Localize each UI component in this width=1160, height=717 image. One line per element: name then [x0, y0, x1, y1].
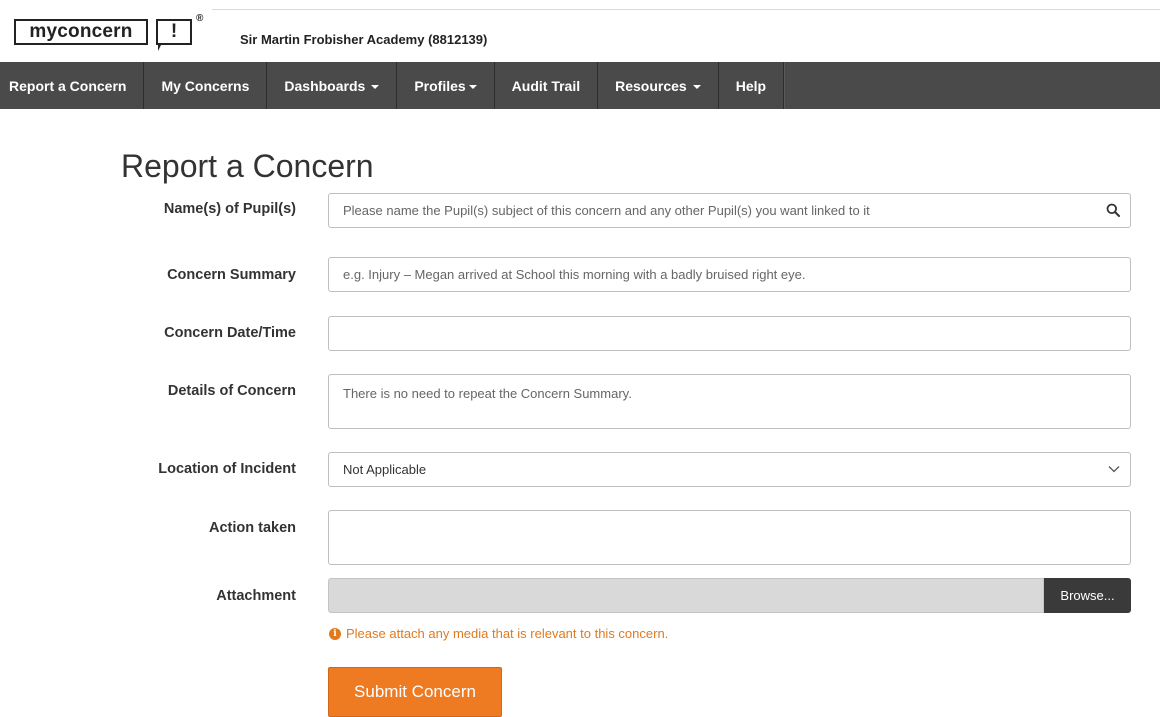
summary-placeholder: e.g. Injury – Megan arrived at School th…: [343, 267, 806, 282]
info-icon: i: [329, 627, 341, 640]
nav-help[interactable]: Help: [719, 62, 785, 109]
attachment-hint: i Please attach any media that is releva…: [329, 626, 668, 641]
header-divider: [212, 9, 1160, 10]
nav-label: Dashboards: [284, 77, 366, 94]
page-title: Report a Concern: [121, 148, 374, 184]
nav-label: Help: [735, 77, 767, 94]
nav-dashboards[interactable]: Dashboards: [267, 62, 398, 109]
nav-audit-trail[interactable]: Audit Trail: [495, 62, 599, 109]
location-label: Location of Incident: [158, 461, 296, 477]
nav-label: Report a Concern: [9, 77, 127, 94]
concern-details-textarea[interactable]: There is no need to repeat the Concern S…: [328, 374, 1131, 429]
nav-profiles[interactable]: Profiles: [397, 62, 495, 109]
nav-label: Resources: [615, 77, 687, 94]
caret-down-icon: [692, 84, 701, 89]
nav-my-concerns[interactable]: My Concerns: [144, 62, 268, 109]
nav-label: Audit Trail: [511, 77, 581, 94]
details-label: Details of Concern: [167, 383, 296, 399]
pupils-search-input[interactable]: Please name the Pupil(s) subject of this…: [328, 193, 1131, 228]
pupils-label: Name(s) of Pupil(s): [163, 201, 296, 217]
logo-registered-mark: ®: [196, 13, 204, 24]
attachment-hint-text: Please attach any media that is relevant…: [346, 626, 669, 641]
attachment-label: Attachment: [216, 588, 296, 604]
nav-report-a-concern[interactable]: Report a Concern: [0, 62, 145, 109]
attachment-file-input[interactable]: Browse...: [328, 578, 1131, 613]
location-selected-value: Not Applicable: [343, 462, 427, 477]
summary-label: Concern Summary: [167, 267, 296, 283]
concern-summary-input[interactable]: e.g. Injury – Megan arrived at School th…: [328, 257, 1131, 292]
logo-wordmark: myconcern: [14, 19, 148, 45]
main-nav: Report a Concern My Concerns Dashboards …: [0, 62, 1160, 109]
submit-concern-button[interactable]: Submit Concern: [328, 667, 502, 717]
datetime-label: Concern Date/Time: [164, 325, 296, 341]
chevron-down-icon: [1108, 466, 1120, 473]
top-header: myconcern ! ® Sir Martin Frobisher Acade…: [0, 0, 1160, 62]
search-icon[interactable]: [1106, 203, 1120, 217]
pupils-placeholder: Please name the Pupil(s) subject of this…: [343, 203, 870, 218]
logo-exclamation-icon: !: [156, 19, 192, 45]
caret-down-icon: [371, 84, 380, 89]
location-select[interactable]: Not Applicable: [328, 452, 1131, 487]
concern-datetime-input[interactable]: [328, 316, 1131, 351]
nav-resources[interactable]: Resources: [598, 62, 719, 109]
action-taken-textarea[interactable]: [328, 510, 1131, 565]
action-label: Action taken: [208, 520, 296, 536]
logo-bubble-tail: [158, 43, 166, 51]
nav-label: Profiles: [414, 77, 466, 94]
school-name: Sir Martin Frobisher Academy (8812139): [240, 32, 488, 47]
nav-spacer: [784, 62, 1160, 109]
details-placeholder: There is no need to repeat the Concern S…: [343, 386, 632, 401]
attachment-filename-box[interactable]: [328, 578, 1044, 613]
caret-down-icon: [468, 84, 477, 89]
nav-label: My Concerns: [161, 77, 250, 94]
browse-button[interactable]: Browse...: [1044, 578, 1131, 613]
